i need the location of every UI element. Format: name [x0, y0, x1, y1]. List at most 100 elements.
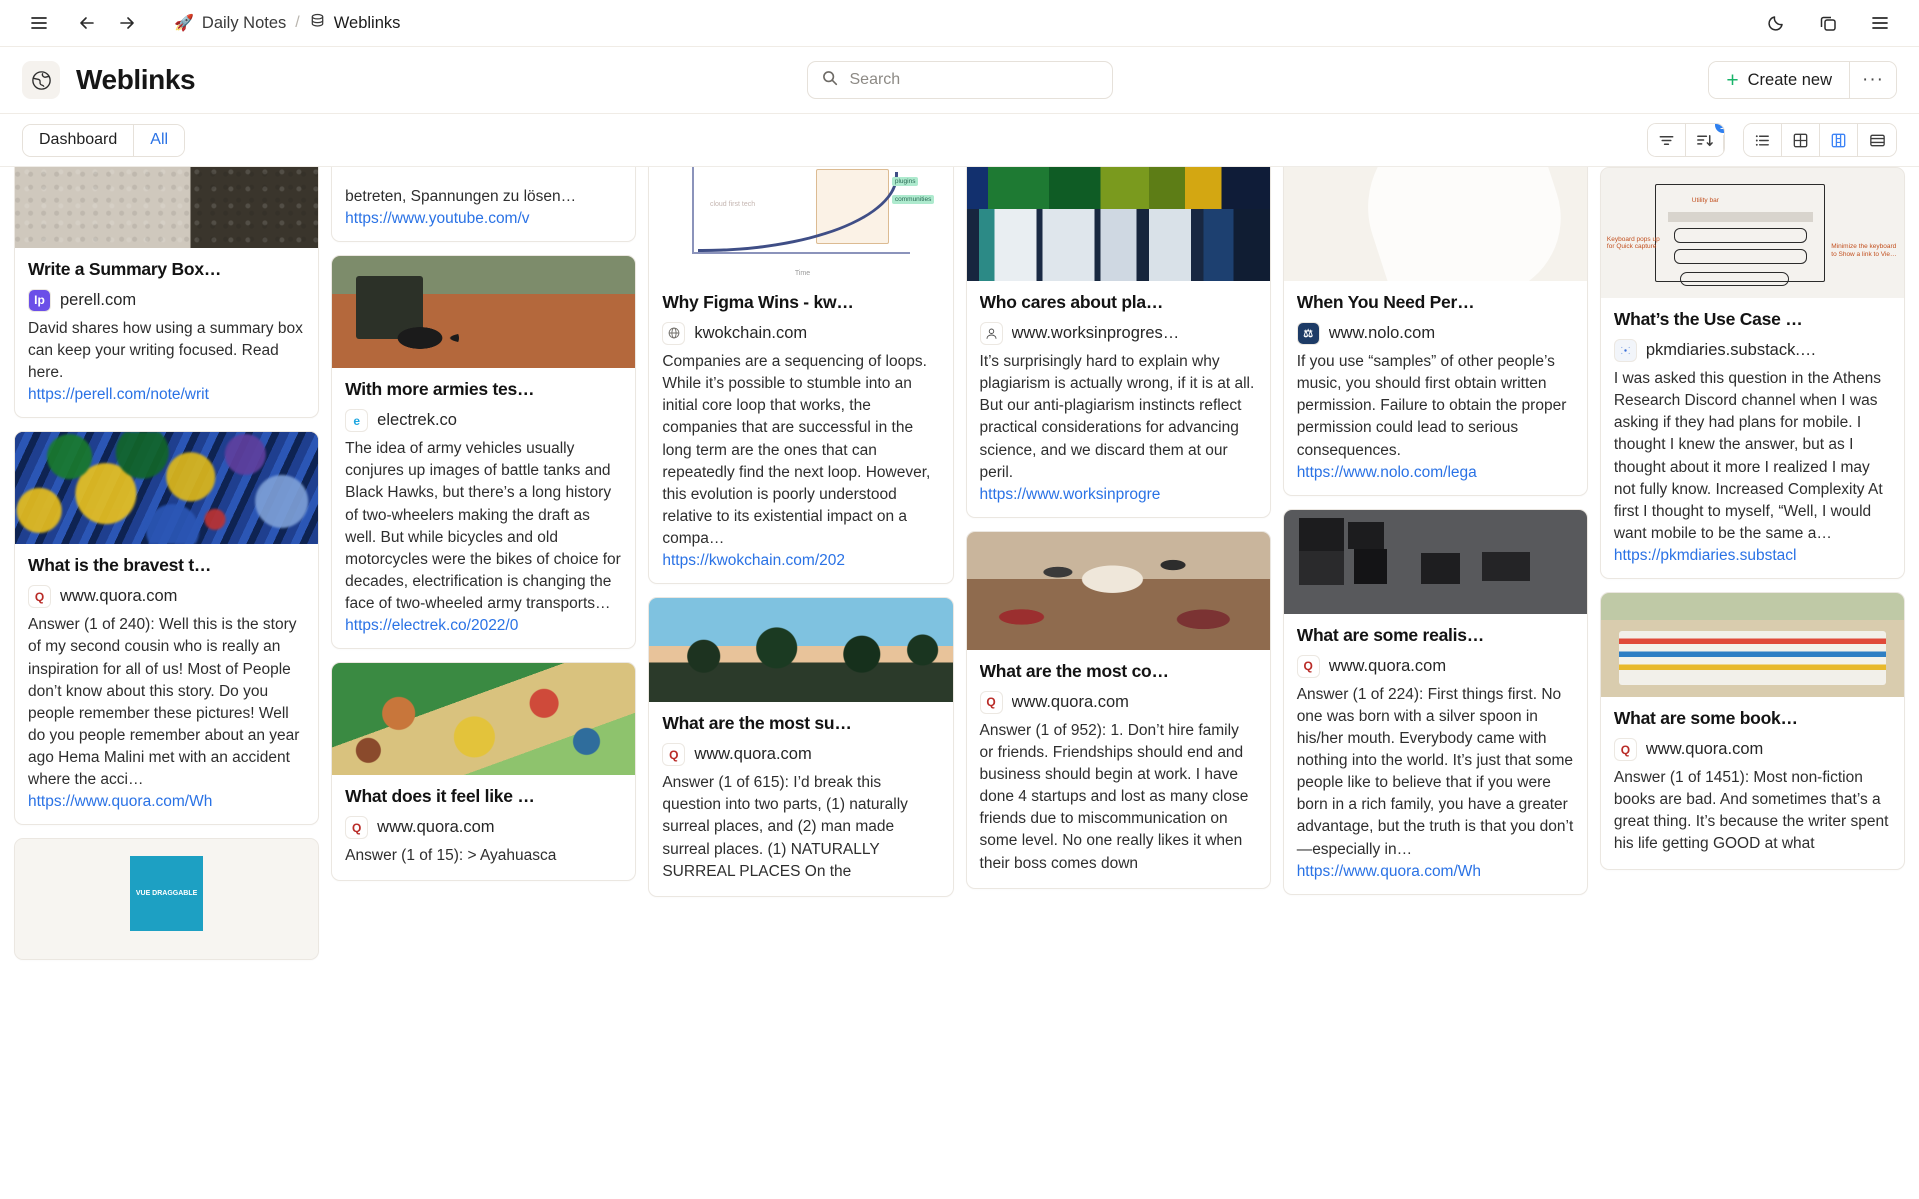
nav-arrows — [70, 6, 144, 40]
hamburger-menu-icon[interactable] — [22, 6, 56, 40]
title-bar: 🚀 Daily Notes / Weblinks — [0, 0, 1919, 47]
card-title: What are some book… — [1614, 708, 1891, 730]
card-surreal-places[interactable]: What are the most su… Q www.quora.com An… — [648, 597, 953, 897]
card-title: What’s the Use Case … — [1614, 309, 1891, 331]
card-description: Companies are a sequencing of loops. Whi… — [662, 351, 939, 550]
breadcrumb-separator: / — [295, 14, 299, 32]
create-new-button[interactable]: + Create new — [1709, 62, 1850, 98]
list-view-icon[interactable] — [1744, 124, 1782, 156]
card-thumbnail — [15, 167, 318, 248]
table-view-icon[interactable] — [1858, 124, 1896, 156]
card-site: Q www.quora.com — [1297, 655, 1574, 678]
card-why-figma-wins[interactable]: Growth Time cloud first tech plugins com… — [648, 167, 953, 584]
quora-icon: Q — [1614, 738, 1637, 761]
grid-view-icon[interactable] — [1782, 124, 1820, 156]
forward-arrow-icon[interactable] — [110, 6, 144, 40]
card-site: Q www.quora.com — [1614, 738, 1891, 761]
right-menu-icon[interactable] — [1863, 6, 1897, 40]
card-common-mistakes[interactable]: What are the most co… Q www.quora.com An… — [966, 531, 1271, 889]
card-title: Why Figma Wins - kw… — [662, 292, 939, 314]
card-url[interactable]: https://www.nolo.com/lega — [1297, 464, 1574, 482]
card-description: betreten, Spannungen zu lösen… — [345, 186, 622, 208]
quora-icon: Q — [1297, 655, 1320, 678]
card-url[interactable]: https://pkmdiaries.substacl — [1614, 547, 1891, 565]
board-view-icon[interactable] — [1820, 124, 1858, 156]
board-column-2: betreten, Spannungen zu lösen… https://w… — [331, 177, 636, 881]
card-title: What are the most co… — [980, 661, 1257, 683]
card-army-bikes[interactable]: With more armies tes… e electrek.co The … — [331, 255, 636, 649]
card-title: What is the bravest t… — [28, 555, 305, 577]
filter-icon[interactable] — [1648, 124, 1686, 156]
plus-icon: + — [1726, 70, 1738, 91]
breadcrumb-current[interactable]: Weblinks — [309, 12, 401, 34]
card-url[interactable]: https://www.quora.com/Wh — [28, 793, 305, 811]
card-url[interactable]: https://electrek.co/2022/0 — [345, 617, 622, 635]
card-site: kwokchain.com — [662, 322, 939, 345]
card-thumbnail — [332, 663, 635, 775]
card-thumbnail: Growth Time cloud first tech plugins com… — [649, 167, 952, 281]
card-description: Answer (1 of 240): Well this is the stor… — [28, 614, 305, 791]
card-bravest-thing[interactable]: What is the bravest t… Q www.quora.com A… — [14, 431, 319, 825]
board-columns: Write a Summary Box… Ip perell.com David… — [0, 167, 1919, 1032]
board-column-6: Utility bar Keyboard pops up for Quick c… — [1600, 177, 1905, 870]
copy-icon[interactable] — [1811, 6, 1845, 40]
card-plagiarism[interactable]: Who cares about pla… www.worksinprogres…… — [966, 167, 1271, 518]
card-realistic-advice[interactable]: What are some realis… Q www.quora.com An… — [1283, 509, 1588, 895]
search-box[interactable] — [807, 61, 1113, 99]
breadcrumb-parent[interactable]: 🚀 Daily Notes — [174, 13, 286, 33]
card-vue-draggable[interactable]: VUE DRAGGABLE — [14, 838, 319, 960]
sketch-utility-bar-label: Utility bar — [1692, 197, 1719, 204]
card-site-name: www.worksinprogres… — [1012, 324, 1180, 343]
globe-small-icon — [662, 322, 685, 345]
card-thumbnail — [1284, 167, 1587, 281]
card-site-name: www.quora.com — [377, 818, 494, 837]
titlebar-actions — [1759, 6, 1897, 40]
toolbar-right: 1 — [1647, 123, 1897, 157]
card-site-name: www.quora.com — [1646, 740, 1763, 759]
card-url[interactable]: https://www.youtube.com/v — [345, 210, 622, 228]
card-description: Answer (1 of 1451): Most non-fiction boo… — [1614, 767, 1891, 856]
breadcrumb-parent-label: Daily Notes — [202, 14, 286, 33]
wip-icon — [980, 322, 1003, 345]
database-icon — [309, 12, 326, 34]
card-description: If you use “samples” of other people’s m… — [1297, 351, 1574, 462]
quora-icon: Q — [662, 743, 685, 766]
card-url[interactable]: https://perell.com/note/writ — [28, 386, 305, 404]
back-arrow-icon[interactable] — [70, 6, 104, 40]
tab-all[interactable]: All — [134, 125, 184, 156]
tab-dashboard[interactable]: Dashboard — [23, 125, 134, 156]
card-site: Q www.quora.com — [980, 691, 1257, 714]
card-youtube-partial[interactable]: betreten, Spannungen zu lösen… https://w… — [331, 167, 636, 242]
more-options-button[interactable]: ··· — [1850, 62, 1896, 98]
nolo-icon: ⚖ — [1297, 322, 1320, 345]
card-description: Answer (1 of 615): I’d break this questi… — [662, 772, 939, 883]
card-pkm-use-case[interactable]: Utility bar Keyboard pops up for Quick c… — [1600, 167, 1905, 579]
card-site: www.worksinprogres… — [980, 322, 1257, 345]
card-title: What are the most su… — [662, 713, 939, 735]
quora-icon: Q — [345, 816, 368, 839]
vue-draggable-label: VUE DRAGGABLE — [130, 856, 203, 930]
breadcrumb: 🚀 Daily Notes / Weblinks — [174, 12, 400, 34]
card-description: Answer (1 of 224): First things first. N… — [1297, 684, 1574, 861]
substack-icon — [1614, 339, 1637, 362]
search-input[interactable] — [850, 71, 1099, 89]
card-nolo-permission[interactable]: When You Need Per… ⚖ www.nolo.com If you… — [1283, 167, 1588, 496]
card-books-recommend[interactable]: What are some book… Q www.quora.com Answ… — [1600, 592, 1905, 870]
figma-time-label: Time — [795, 270, 810, 277]
card-site-name: electrek.co — [377, 411, 457, 430]
card-ayahuasca[interactable]: What does it feel like … Q www.quora.com… — [331, 662, 636, 881]
card-url[interactable]: https://www.worksinprogre — [980, 486, 1257, 504]
card-site: Q www.quora.com — [28, 585, 305, 608]
card-write-summary-box[interactable]: Write a Summary Box… Ip perell.com David… — [14, 167, 319, 418]
moon-icon[interactable] — [1759, 6, 1793, 40]
view-switcher — [1743, 123, 1897, 157]
board-column-5: When You Need Per… ⚖ www.nolo.com If you… — [1283, 177, 1588, 895]
card-description: It’s surprisingly hard to explain why pl… — [980, 351, 1257, 484]
perell-icon: Ip — [28, 289, 51, 312]
figma-plugins-tag: plugins — [892, 177, 919, 186]
electrek-icon: e — [345, 409, 368, 432]
card-url[interactable]: https://kwokchain.com/202 — [662, 552, 939, 570]
card-url[interactable]: https://www.quora.com/Wh — [1297, 863, 1574, 881]
card-thumbnail — [332, 256, 635, 368]
sketch-keyboard-label: Keyboard pops up for Quick capture — [1607, 236, 1662, 252]
